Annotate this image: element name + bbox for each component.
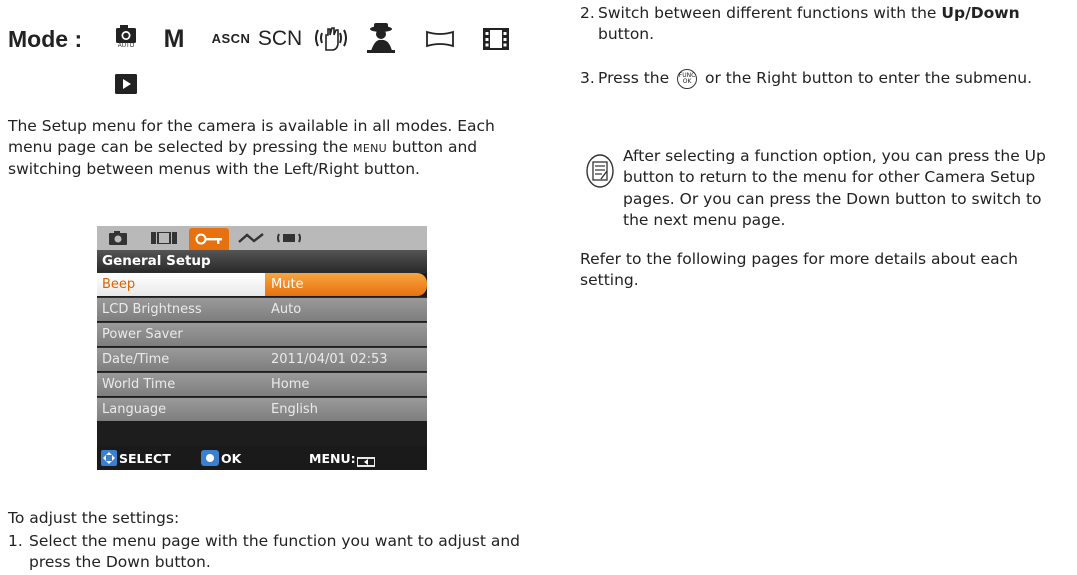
camera-menu-title: General Setup	[97, 250, 427, 272]
manual-mode-m-icon: M	[163, 24, 185, 53]
ok-button-icon	[201, 450, 219, 470]
hint-ok: OK	[221, 451, 242, 466]
func-ok-button-icon: FUNC OK	[677, 68, 698, 89]
mode-row: Mode : AUTO M ASCN SCN	[0, 10, 545, 110]
hand-stabilization-icon	[311, 24, 351, 54]
func-bottom: OK	[682, 77, 692, 85]
note-icon	[585, 153, 615, 189]
row-key: Language	[102, 401, 167, 417]
row-key: Power Saver	[102, 326, 183, 342]
step-2: 2. Switch between different functions wi…	[580, 3, 1060, 46]
camera-row-power-saver[interactable]: Power Saver	[97, 322, 427, 346]
note-text: After selecting a function option, you c…	[623, 147, 1046, 230]
camera-tab-icon	[105, 228, 131, 248]
row-value: English	[271, 401, 318, 417]
step-1: 1. Select the menu page with the functio…	[8, 531, 538, 574]
row-value: Home	[271, 376, 310, 392]
dpad-icon	[101, 450, 117, 470]
hint-menu: MENU:	[309, 451, 356, 466]
step-number: 1.	[8, 532, 23, 550]
scene-scn-icon: SCN	[257, 26, 303, 50]
camera-row-beep[interactable]: Beep Mute	[97, 272, 427, 296]
step2-text-before: Switch between different functions with …	[598, 4, 942, 22]
step-number: 3.	[580, 69, 595, 87]
row-value: Auto	[271, 301, 302, 317]
mode-label: Mode :	[8, 26, 83, 52]
step-text: Switch between different functions with …	[580, 3, 1060, 46]
camera-setup-screen: General Setup Beep Mute LCD Brightness A…	[97, 226, 427, 470]
connection-tab-icon	[273, 228, 305, 248]
camera-row-world-time[interactable]: World Time Home	[97, 372, 427, 396]
camera-row-date-time[interactable]: Date/Time 2011/04/01 02:53	[97, 347, 427, 371]
panorama-icon	[423, 24, 457, 54]
auto-caption: AUTO	[117, 42, 135, 49]
row-key: Date/Time	[102, 351, 170, 367]
step-text: Press the FUNC OK or the Right button to …	[580, 68, 1060, 89]
auto-scene-icon: ASCN	[208, 24, 254, 54]
camera-row-language[interactable]: Language English	[97, 397, 427, 421]
step2-bold: Up/Down	[941, 4, 1020, 22]
step-text: Select the menu page with the function y…	[29, 532, 520, 572]
step3-text-after: or the Right button to enter the submenu…	[700, 69, 1033, 87]
row-value: 2011/04/01 02:53	[271, 351, 388, 367]
setup-key-tab-icon	[189, 228, 229, 250]
camera-auto-icon: AUTO	[114, 22, 138, 52]
step-number: 2.	[580, 4, 595, 22]
adjust-heading: To adjust the settings:	[8, 509, 180, 527]
step-3: 3. Press the FUNC OK or the Right button …	[580, 68, 1060, 89]
hint-select: SELECT	[119, 451, 171, 466]
camera-hint-bar: SELECT OK MENU:	[97, 446, 427, 470]
menu-return-icon	[356, 454, 376, 470]
row-key: Beep	[97, 273, 265, 296]
asc-text: ASCN	[211, 31, 251, 47]
movie-icon	[481, 24, 511, 54]
playback-icon	[114, 72, 138, 96]
step2-text-after: button.	[598, 25, 655, 44]
camera-menu-tabs	[97, 226, 427, 250]
portrait-icon	[364, 20, 398, 56]
row-value: Mute	[265, 273, 427, 296]
row-key: World Time	[102, 376, 176, 392]
graph-tab-icon	[235, 228, 267, 248]
image-tab-icon	[147, 228, 181, 248]
row-key: LCD Brightness	[102, 301, 202, 317]
intro-paragraph: The Setup menu for the camera is availab…	[8, 116, 538, 180]
camera-row-lcd-brightness[interactable]: LCD Brightness Auto	[97, 297, 427, 321]
refer-paragraph: Refer to the following pages for more de…	[580, 250, 1018, 290]
menu-word: MENU	[353, 142, 387, 156]
step3-text-before: Press the	[598, 69, 675, 87]
